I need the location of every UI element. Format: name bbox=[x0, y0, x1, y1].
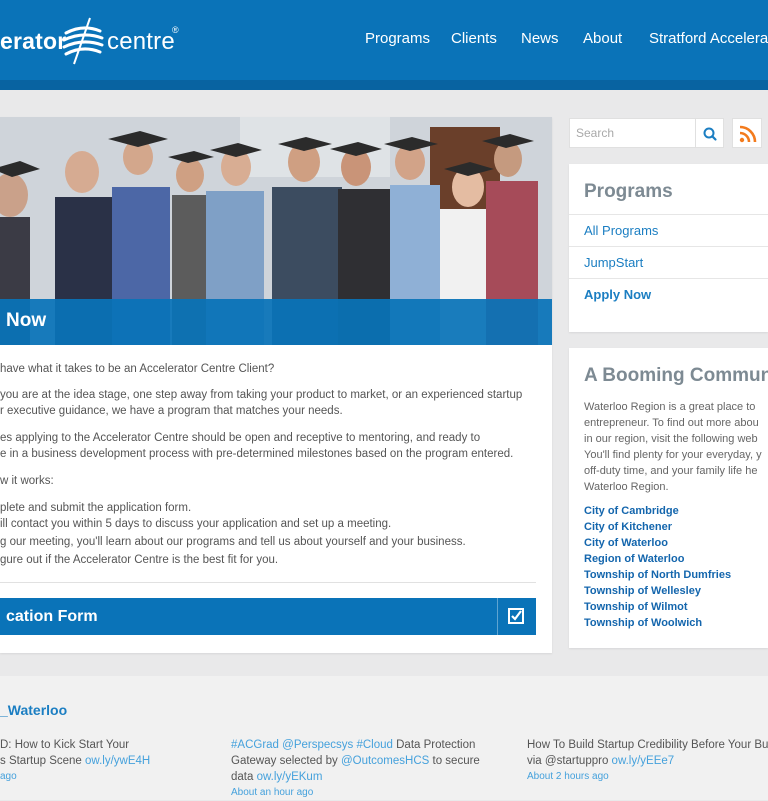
search-input[interactable] bbox=[576, 126, 686, 140]
link-city-of-kitchener[interactable]: City of Kitchener bbox=[584, 521, 672, 533]
step-3: g our meeting, you'll learn about our pr… bbox=[0, 536, 466, 548]
tweet-time[interactable]: About an hour ago bbox=[231, 785, 480, 801]
hero-image: Now bbox=[0, 117, 552, 345]
nav-news[interactable]: News bbox=[521, 30, 559, 47]
nav-about[interactable]: About bbox=[583, 30, 622, 47]
paragraph-2-line-2: r executive guidance, we have a program … bbox=[0, 405, 343, 417]
tweet-text: Gateway selected by @OutcomesHCS to secu… bbox=[231, 753, 480, 769]
community-card: A Booming Community Waterloo Region is a… bbox=[569, 348, 768, 648]
community-line: entrepreneur. To find out more abou bbox=[584, 417, 759, 429]
community-line: Waterloo Region is a great place to bbox=[584, 401, 756, 413]
link-township-woolwich[interactable]: Township of Woolwich bbox=[584, 617, 702, 629]
paragraph-3-line-1: es applying to the Accelerator Centre sh… bbox=[0, 432, 481, 444]
tweet-text: #ACGrad @Perspecsys #Cloud Data Protecti… bbox=[231, 737, 480, 753]
tweet-text: via @startuppro ow.ly/yEEe7 bbox=[527, 753, 768, 769]
nav-programs[interactable]: Programs bbox=[365, 30, 430, 47]
tweet-text: s Startup Scene ow.ly/ywE4H bbox=[0, 753, 150, 769]
tweet-text: How To Build Startup Credibility Before … bbox=[527, 739, 768, 751]
intro-question: have what it takes to be an Accelerator … bbox=[0, 363, 275, 375]
programs-heading: Programs bbox=[584, 181, 673, 202]
programs-card: Programs All Programs JumpStart Apply No… bbox=[569, 164, 768, 332]
tweet-text-part: data bbox=[231, 771, 257, 783]
divider bbox=[569, 246, 768, 247]
link-township-north-dumfries[interactable]: Township of North Dumfries bbox=[584, 569, 731, 581]
application-form-button[interactable]: cation Form bbox=[0, 598, 536, 635]
tweet-text-part: to secure bbox=[429, 755, 480, 767]
how-it-works: w it works: bbox=[0, 475, 54, 487]
tweet-2: #ACGrad @Perspecsys #Cloud Data Protecti… bbox=[231, 737, 480, 801]
link-city-of-waterloo[interactable]: City of Waterloo bbox=[584, 537, 668, 549]
community-line: off-duty time, and your family life he bbox=[584, 465, 758, 477]
community-heading: A Booming Community bbox=[584, 365, 768, 386]
link-city-of-cambridge[interactable]: City of Cambridge bbox=[584, 505, 679, 517]
main-content-card: Now have what it takes to be an Accelera… bbox=[0, 117, 552, 653]
community-line: Waterloo Region. bbox=[584, 481, 669, 493]
site-header: erator centre ® Programs Clients News Ab… bbox=[0, 0, 768, 80]
twitter-handle[interactable]: _Waterloo bbox=[0, 702, 67, 718]
tweet-1: D: How to Kick Start Your s Startup Scen… bbox=[0, 737, 150, 785]
link-jumpstart[interactable]: JumpStart bbox=[584, 255, 643, 270]
tweet-text-part: via @startuppro bbox=[527, 755, 612, 767]
rss-icon bbox=[739, 125, 757, 143]
community-line: You'll find plenty for your everyday, y bbox=[584, 449, 762, 461]
step-1: plete and submit the application form. bbox=[0, 502, 192, 514]
hero-banner[interactable]: Now bbox=[0, 299, 552, 345]
step-4: gure out if the Accelerator Centre is th… bbox=[0, 554, 279, 566]
link-township-wellesley[interactable]: Township of Wellesley bbox=[584, 585, 701, 597]
link-region-of-waterloo[interactable]: Region of Waterloo bbox=[584, 553, 684, 565]
search-icon bbox=[703, 127, 717, 141]
tweet-link[interactable]: ow.ly/yEKum bbox=[257, 771, 323, 783]
rss-button[interactable] bbox=[732, 118, 762, 148]
main-nav: Programs Clients News About Stratford Ac… bbox=[0, 30, 768, 50]
paragraph-2-line-1: you are at the idea stage, one step away… bbox=[0, 389, 523, 401]
community-line: in our region, visit the following web bbox=[584, 433, 758, 445]
divider bbox=[569, 278, 768, 279]
tweet-text: data ow.ly/yEKum bbox=[231, 769, 480, 785]
search-box bbox=[569, 118, 696, 148]
checkbox-icon bbox=[508, 608, 524, 624]
tweet-3: How To Build Startup Credibility Before … bbox=[527, 737, 768, 785]
tweet-link[interactable]: ow.ly/yEEe7 bbox=[612, 755, 675, 767]
community-description: Waterloo Region is a great place to entr… bbox=[584, 399, 762, 495]
tweet-text-part: s Startup Scene bbox=[0, 755, 86, 767]
tweet-time[interactable]: ago bbox=[0, 769, 150, 785]
step-2: ill contact you within 5 days to discuss… bbox=[0, 518, 392, 530]
hashtag-cloud[interactable]: #Cloud bbox=[356, 739, 392, 751]
search-button[interactable] bbox=[696, 118, 724, 148]
mention-perspecsys[interactable]: @Perspecsys bbox=[282, 739, 353, 751]
nav-clients[interactable]: Clients bbox=[451, 30, 497, 47]
header-shadow-strip bbox=[0, 80, 768, 90]
divider bbox=[569, 214, 768, 215]
tweet-time[interactable]: About 2 hours ago bbox=[527, 769, 768, 785]
divider bbox=[0, 582, 536, 583]
tweet-text-part: Data Protection bbox=[392, 739, 476, 751]
divider bbox=[497, 598, 498, 635]
mention-outcomeshcs[interactable]: @OutcomesHCS bbox=[341, 755, 429, 767]
link-all-programs[interactable]: All Programs bbox=[584, 223, 658, 238]
tweet-text: D: How to Kick Start Your bbox=[0, 739, 130, 751]
tweet-text-part: Gateway selected by bbox=[231, 755, 341, 767]
tweet-link[interactable]: ow.ly/ywE4H bbox=[85, 755, 150, 767]
hero-banner-title: Now bbox=[6, 310, 47, 331]
nav-stratford-accelerator[interactable]: Stratford Accelerator bbox=[649, 30, 768, 47]
link-township-wilmot[interactable]: Township of Wilmot bbox=[584, 601, 688, 613]
hashtag-acgrad[interactable]: #ACGrad bbox=[231, 739, 279, 751]
paragraph-3-line-2: e in a business development process with… bbox=[0, 448, 514, 460]
application-form-label: cation Form bbox=[6, 608, 98, 625]
link-apply-now[interactable]: Apply Now bbox=[584, 287, 651, 302]
